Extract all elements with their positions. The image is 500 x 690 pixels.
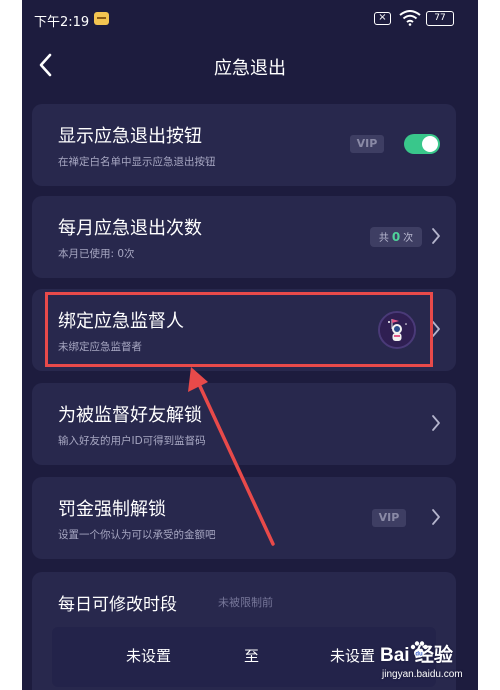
baidu-watermark: Bai 经验 du jingyan.baidu.com [380, 636, 498, 688]
chevron-right-icon [432, 228, 440, 244]
penalty-unlock-setting[interactable]: 罚金强制解锁 设置一个你认为可以承受的金额吧 VIP [32, 477, 456, 559]
highlight-annotation-box [45, 292, 433, 367]
phone-screen: 下午2:19 × 77 应急退出 显示应急退出按钮 在禅定白名单中显示应急退出按… [22, 0, 478, 690]
wifi-icon [399, 10, 421, 26]
unlock-friend-setting[interactable]: 为被监督好友解锁 输入好友的用户ID可得到监督码 [32, 383, 456, 465]
setting-title: 每月应急退出次数 [58, 218, 202, 239]
chevron-right-icon [432, 509, 440, 525]
start-time-picker[interactable]: 未设置 [126, 645, 171, 666]
paw-icon: du [410, 641, 428, 658]
setting-subtitle: 在禅定白名单中显示应急退出按钮 [58, 156, 216, 168]
count-pill: 共0次 [370, 227, 422, 247]
notification-app-icon [94, 12, 109, 25]
vip-badge: VIP [350, 135, 384, 153]
show-exit-button-toggle[interactable] [404, 134, 440, 154]
chevron-right-icon [432, 415, 440, 431]
time-range-row: 未设置 至 未设置 [52, 627, 436, 687]
setting-subtitle: 设置一个你认为可以承受的金额吧 [58, 529, 216, 541]
setting-subtitle: 输入好友的用户ID可得到监督码 [58, 435, 206, 447]
vip-badge: VIP [372, 509, 406, 527]
time-panel-title: 每日可修改时段 [58, 595, 177, 615]
setting-title: 为被监督好友解锁 [58, 405, 202, 426]
toggle-knob [422, 136, 438, 152]
page-title: 应急退出 [214, 58, 286, 79]
setting-title: 显示应急退出按钮 [58, 126, 202, 147]
count-suffix: 次 [403, 233, 414, 244]
end-time-picker[interactable]: 未设置 [330, 645, 375, 666]
battery-indicator: 77 [426, 11, 454, 26]
range-separator: 至 [244, 647, 260, 665]
status-bar: 下午2:19 × 77 [22, 0, 478, 40]
status-time: 下午2:19 [34, 15, 90, 30]
watermark-url: jingyan.baidu.com [382, 669, 463, 680]
setting-title: 罚金强制解锁 [58, 499, 166, 520]
setting-subtitle: 本月已使用: 0次 [58, 248, 135, 260]
count-number: 0 [391, 230, 401, 244]
count-prefix: 共 [378, 233, 389, 244]
svg-text:du: du [415, 652, 423, 658]
time-panel-note: 未被限制前 [218, 596, 273, 609]
show-exit-button-setting: 显示应急退出按钮 在禅定白名单中显示应急退出按钮 VIP [32, 104, 456, 186]
monthly-exit-count-setting[interactable]: 每月应急退出次数 本月已使用: 0次 共0次 [32, 196, 456, 278]
no-sim-icon: × [374, 12, 391, 25]
